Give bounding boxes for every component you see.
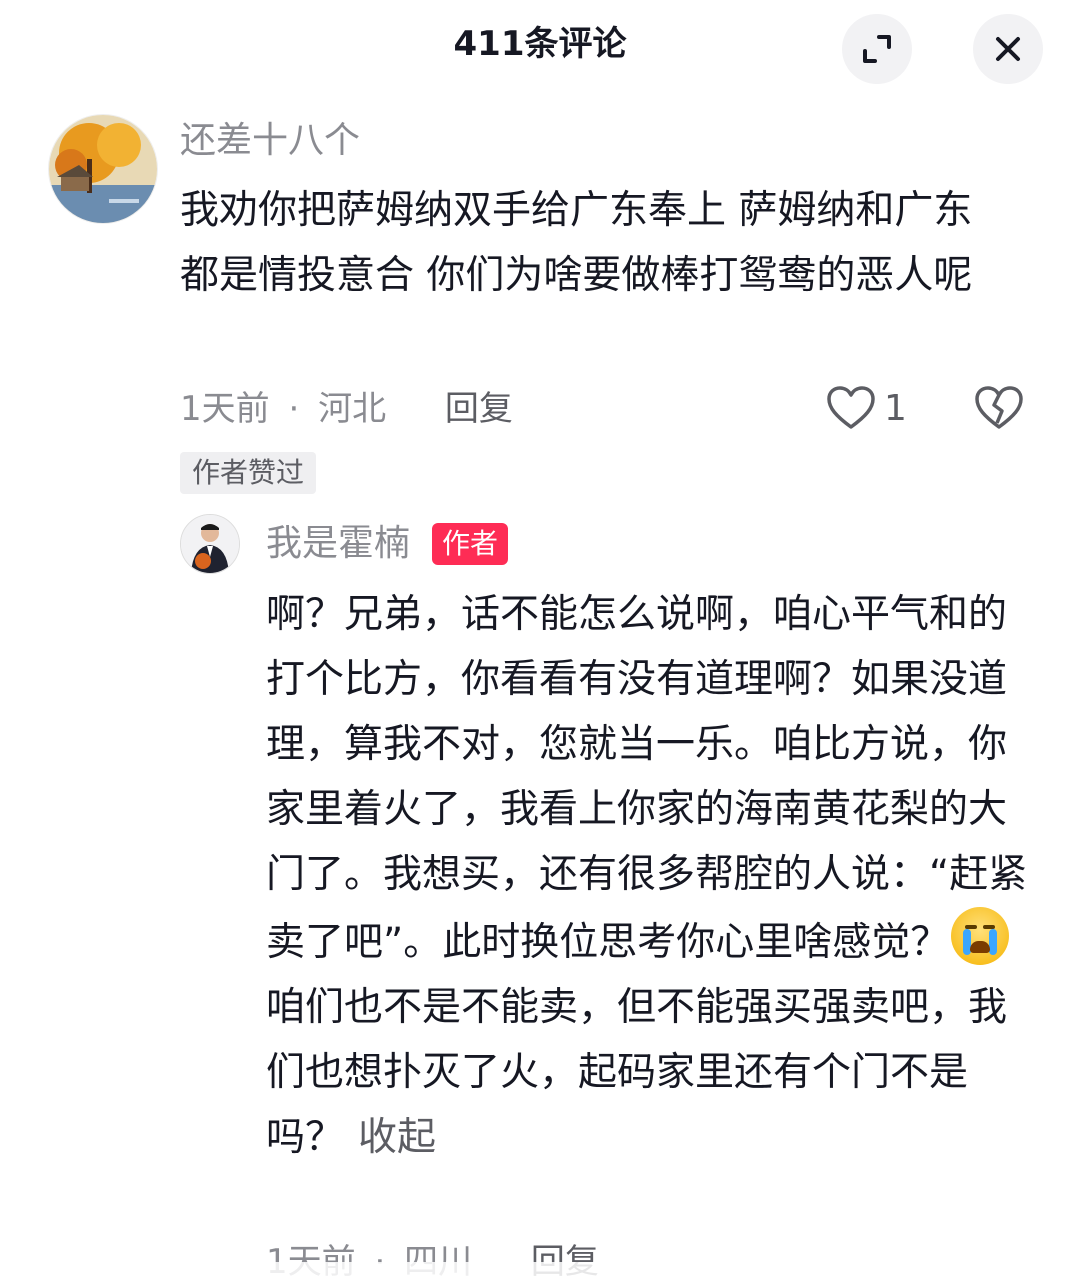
bottom-fade	[0, 1262, 1080, 1288]
like-button[interactable]: 1	[826, 385, 907, 431]
reply-text: 啊？兄弟，话不能怎么说啊，咱心平气和的打个比方，你看看有没有道理啊？如果没道理，…	[266, 582, 1036, 1170]
author-badge: 作者	[432, 523, 509, 565]
avatar[interactable]	[48, 114, 158, 224]
collapse-button[interactable]: 收起	[358, 1115, 436, 1160]
reply-button[interactable]: 回复	[445, 389, 513, 429]
close-icon	[996, 37, 1020, 61]
comment-location: 河北	[318, 389, 387, 429]
close-button[interactable]	[973, 14, 1043, 84]
reply-text-part1: 啊？兄弟，话不能怎么说啊，咱心平气和的打个比方，你看看有没有道理啊？如果没道理，…	[266, 592, 1028, 965]
expand-icon	[863, 35, 891, 63]
meta-separator: ·	[288, 389, 300, 429]
author-liked-tag: 作者赞过	[180, 452, 317, 494]
comments-count-title: 411条评论	[453, 24, 627, 64]
dislike-button[interactable]	[974, 385, 1024, 431]
expand-button[interactable]	[842, 14, 912, 84]
reply-username[interactable]: 我是霍楠	[266, 520, 410, 568]
like-count: 1	[884, 387, 907, 429]
broken-heart-icon	[975, 386, 1023, 429]
comment-time: 1天前	[180, 389, 270, 429]
reply-avatar[interactable]	[180, 514, 240, 574]
crying-face-emoji	[951, 907, 1010, 965]
heart-outline-icon	[827, 386, 875, 429]
comment-meta: 1天前 · 河北 回复	[180, 385, 513, 433]
comment-text: 我劝你把萨姆纳双手给广东奉上 萨姆纳和广东都是情投意合 你们为啥要做棒打鸳鸯的恶…	[180, 188, 973, 298]
comment-username[interactable]: 还差十八个	[180, 117, 360, 165]
